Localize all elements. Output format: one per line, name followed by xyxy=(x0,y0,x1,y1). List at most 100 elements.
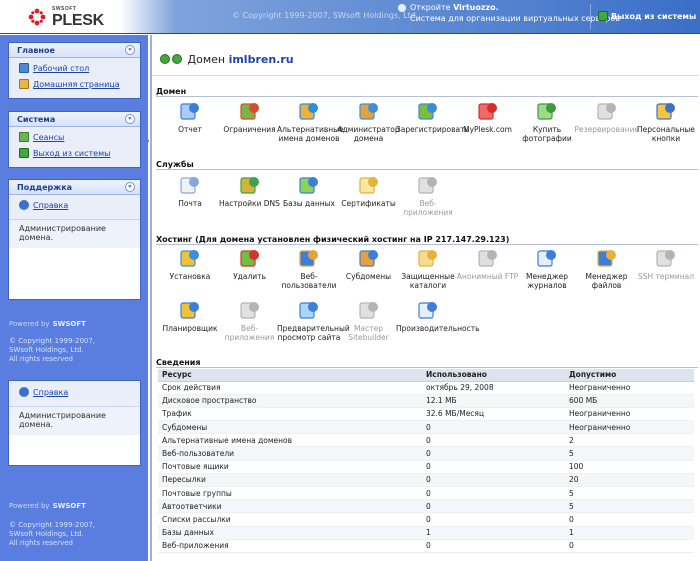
col-resource[interactable]: Ресурс xyxy=(158,369,422,382)
cell-allowed: 0 xyxy=(565,539,694,553)
help-panel: Справка Администрирование домена. xyxy=(8,380,141,466)
table-row: Почтовые ящики 0 100 xyxy=(158,460,694,474)
main-panel-body: Рабочий стол Домашняя страница xyxy=(9,58,140,98)
tool-protected-dirs[interactable]: Защищенные каталоги xyxy=(396,247,460,290)
sidebar-copyright-2: © Copyright 1999-2007, SWsoft Holdings, L… xyxy=(9,521,96,547)
section-services-rule xyxy=(156,169,698,170)
help-link-2[interactable]: Справка xyxy=(19,386,140,402)
table-row: Веб-пользователи 0 5 xyxy=(158,446,694,461)
sidebar: Главное « Рабочий стол Домашняя страница… xyxy=(0,35,148,561)
sidebar-copyright: © Copyright 1999-2007, SWsoft Holdings, L… xyxy=(9,337,96,363)
section-services-title: Службы xyxy=(156,160,194,169)
tool-label: Веб-пользователи xyxy=(281,272,337,290)
logo-brand: PLESK xyxy=(52,12,104,29)
tool-label: Веб-приложения xyxy=(403,199,453,217)
collapse-icon[interactable]: « xyxy=(125,182,135,192)
tool-label: MyPlesk.com xyxy=(463,125,512,134)
cell-resource: Веб-приложения xyxy=(158,539,422,553)
tool-limits[interactable]: Ограничения xyxy=(218,100,282,134)
col-allowed[interactable]: Допустимо xyxy=(565,369,694,382)
promo-bullet-icon xyxy=(398,4,406,12)
tool-label: Отчет xyxy=(178,125,202,134)
collapse-icon[interactable]: « xyxy=(125,114,135,124)
tool-log-manager[interactable]: Менеджер журналов xyxy=(515,247,579,290)
tool-mail[interactable]: Почта xyxy=(158,174,222,208)
sidebar-item-sessions[interactable]: Сеансы xyxy=(19,131,140,147)
cell-allowed: 1 xyxy=(565,526,694,540)
help-panel-body: Справка xyxy=(9,381,140,406)
dns-icon xyxy=(239,177,259,194)
main-panel-title: Главное xyxy=(17,46,55,55)
back-icon[interactable] xyxy=(160,54,170,64)
cell-allowed: Неограниченно xyxy=(565,381,694,395)
tool-label: SSH терминал xyxy=(637,272,695,281)
support-panel-header[interactable]: Поддержка « xyxy=(9,180,140,195)
tool-label: Производительность xyxy=(396,324,480,333)
tool-file-manager[interactable]: Менеджер файлов xyxy=(575,247,639,290)
resources-table: Ресурс Использовано Допустимо Срок дейст… xyxy=(158,369,694,553)
tool-label: Защищенные каталоги xyxy=(401,272,455,290)
desktop-icon xyxy=(19,63,29,73)
main-panel: Главное « Рабочий стол Домашняя страница xyxy=(8,42,141,99)
section-domain-rule xyxy=(156,96,698,97)
logout-icon xyxy=(19,148,29,158)
collapse-icon[interactable]: « xyxy=(125,45,135,55)
logout-icon xyxy=(598,11,608,21)
forward-icon[interactable] xyxy=(172,54,182,64)
main-panel-header[interactable]: Главное « xyxy=(9,43,140,58)
tool-subdomains[interactable]: Субдомены xyxy=(337,247,401,281)
page-title: Домен imlbren.ru xyxy=(160,53,294,66)
tool-myplesk[interactable]: MyPlesk.com xyxy=(456,100,520,134)
col-used[interactable]: Использовано xyxy=(422,369,565,382)
help-link[interactable]: Справка xyxy=(19,199,140,215)
tool-buy-photos[interactable]: Купить фотографии xyxy=(515,100,579,143)
header-copyright: © Copyright 1999-2007, SWsoft Holdings, … xyxy=(232,11,419,20)
tool-site-preview[interactable]: Предварительный просмотр сайта xyxy=(277,299,350,342)
subdomains-icon xyxy=(358,250,378,267)
file-manager-icon xyxy=(596,250,616,267)
table-row: Субдомены 0 Неограниченно xyxy=(158,420,694,435)
tool-dns[interactable]: Настройки DNS xyxy=(218,174,282,208)
tool-anonymous-ftp: Анонимный FTP xyxy=(456,247,520,281)
tool-sitebuilder: Мастер Sitebuilder xyxy=(337,299,401,342)
buy-photos-icon xyxy=(537,103,556,120)
mail-icon xyxy=(180,177,199,194)
tool-databases[interactable]: Базы данных xyxy=(277,174,341,208)
tool-web-users[interactable]: Веб-пользователи xyxy=(277,247,341,290)
tool-custom-buttons[interactable]: Персональные кнопки xyxy=(634,100,698,143)
tool-domain-admin[interactable]: Администратор домена xyxy=(337,100,401,143)
sidebar-item-desktop[interactable]: Рабочий стол xyxy=(19,62,140,78)
section-hosting-title: Хостинг (Для домена установлен физически… xyxy=(156,235,510,244)
table-row: Пересылки 0 20 xyxy=(158,473,694,488)
tool-certificates[interactable]: Сертификаты xyxy=(337,174,401,208)
sidebar-item-logout[interactable]: Выход из системы xyxy=(19,147,140,163)
cell-used: 0 xyxy=(422,473,565,488)
cell-allowed: 600 МБ xyxy=(565,394,694,408)
sidebar-item-home[interactable]: Домашняя страница xyxy=(19,78,140,94)
tool-delete[interactable]: Удалить xyxy=(218,247,282,281)
home-icon xyxy=(19,79,29,89)
web-apps-icon xyxy=(239,302,259,319)
myplesk-icon xyxy=(477,103,497,120)
cell-used: 1 xyxy=(422,526,565,540)
ssh-terminal-icon xyxy=(656,250,675,267)
logout-button[interactable]: Выход из системы xyxy=(598,11,696,21)
table-row: Веб-приложения 0 0 xyxy=(158,539,694,553)
tool-register[interactable]: Зарегистрировать xyxy=(396,100,469,134)
system-panel-title: Система xyxy=(17,115,56,124)
register-icon xyxy=(418,103,437,120)
performance-icon xyxy=(418,302,437,319)
tool-performance[interactable]: Производительность xyxy=(396,299,480,333)
system-panel-header[interactable]: Система « xyxy=(9,112,140,127)
tool-label: Резервирование xyxy=(574,125,640,134)
table-row: Базы данных 1 1 xyxy=(158,526,694,540)
tool-scheduler[interactable]: Планировщик xyxy=(158,299,222,333)
tool-setup[interactable]: Установка xyxy=(158,247,222,281)
tool-report[interactable]: Отчет xyxy=(158,100,222,134)
tool-domain-aliases[interactable]: Альтернативные имена доменов xyxy=(277,100,344,143)
table-row: Альтернативные имена доменов 0 2 xyxy=(158,433,694,448)
tool-label: Администратор домена xyxy=(337,125,400,143)
delete-icon xyxy=(239,250,259,267)
plesk-logo[interactable]: SWSOFT PLESK xyxy=(28,6,128,30)
certificates-icon xyxy=(358,177,378,194)
